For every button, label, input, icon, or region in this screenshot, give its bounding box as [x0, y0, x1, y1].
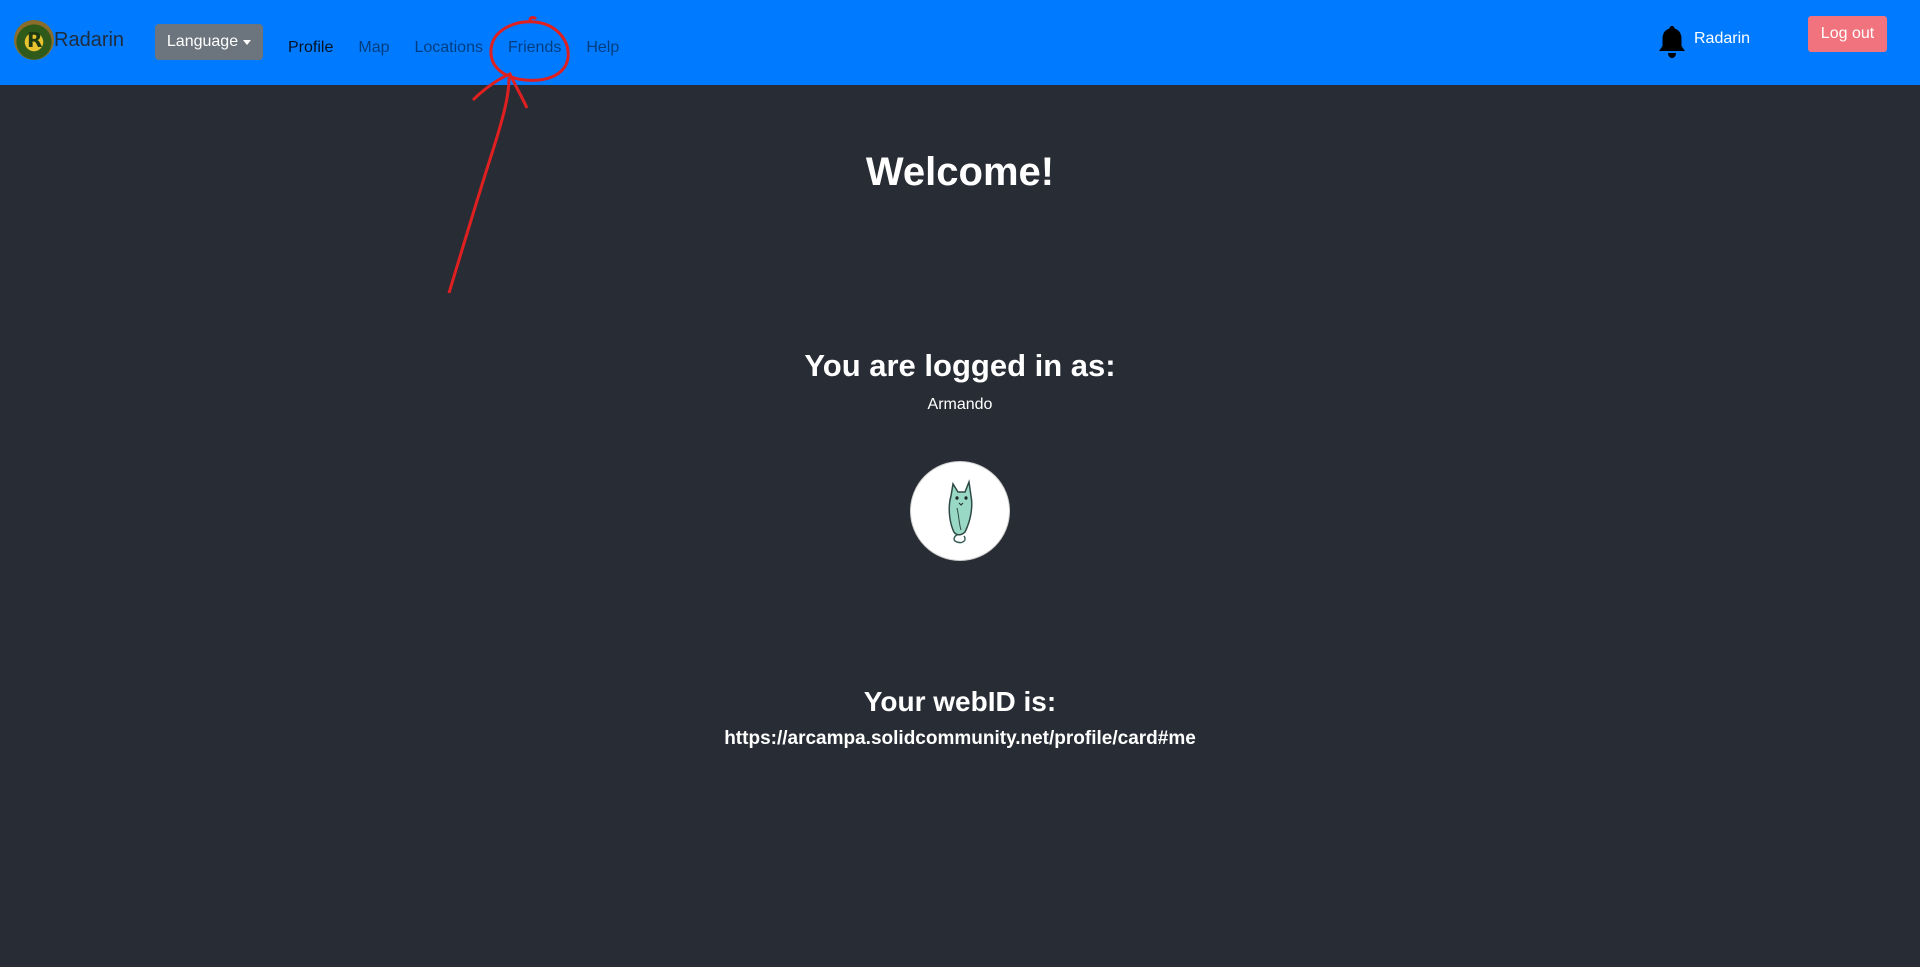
brand-name: Radarin	[54, 28, 125, 51]
webid-value: https://arcampa.solidcommunity.net/profi…	[724, 728, 1196, 749]
nav-link-friends[interactable]: Friends	[508, 38, 561, 58]
user-name-label[interactable]: Radarin	[1694, 30, 1750, 48]
welcome-heading: Welcome!	[865, 150, 1055, 194]
top-navbar: R Radarin Language Profile Map Locations…	[0, 0, 1920, 85]
logged-in-heading: You are logged in as:	[804, 348, 1116, 383]
radarin-logo-icon: R	[14, 20, 54, 60]
nav-link-profile[interactable]: Profile	[288, 38, 333, 58]
logout-button[interactable]: Log out	[1808, 16, 1887, 52]
language-label: Language	[166, 33, 239, 50]
username-text: Armando	[927, 396, 993, 413]
nav-link-locations[interactable]: Locations	[414, 38, 483, 58]
nav-links: Profile Map Locations Friends Help	[288, 38, 644, 58]
nav-link-map[interactable]: Map	[358, 38, 389, 58]
language-dropdown-button[interactable]: Language	[155, 24, 263, 60]
cat-avatar-icon	[948, 479, 973, 544]
nav-link-help[interactable]: Help	[586, 38, 619, 58]
profile-avatar	[910, 461, 1010, 561]
bell-icon[interactable]	[1658, 24, 1686, 60]
webid-heading: Your webID is:	[863, 686, 1057, 717]
caret-down-icon	[243, 40, 252, 45]
brand-link[interactable]: R Radarin	[14, 20, 124, 60]
